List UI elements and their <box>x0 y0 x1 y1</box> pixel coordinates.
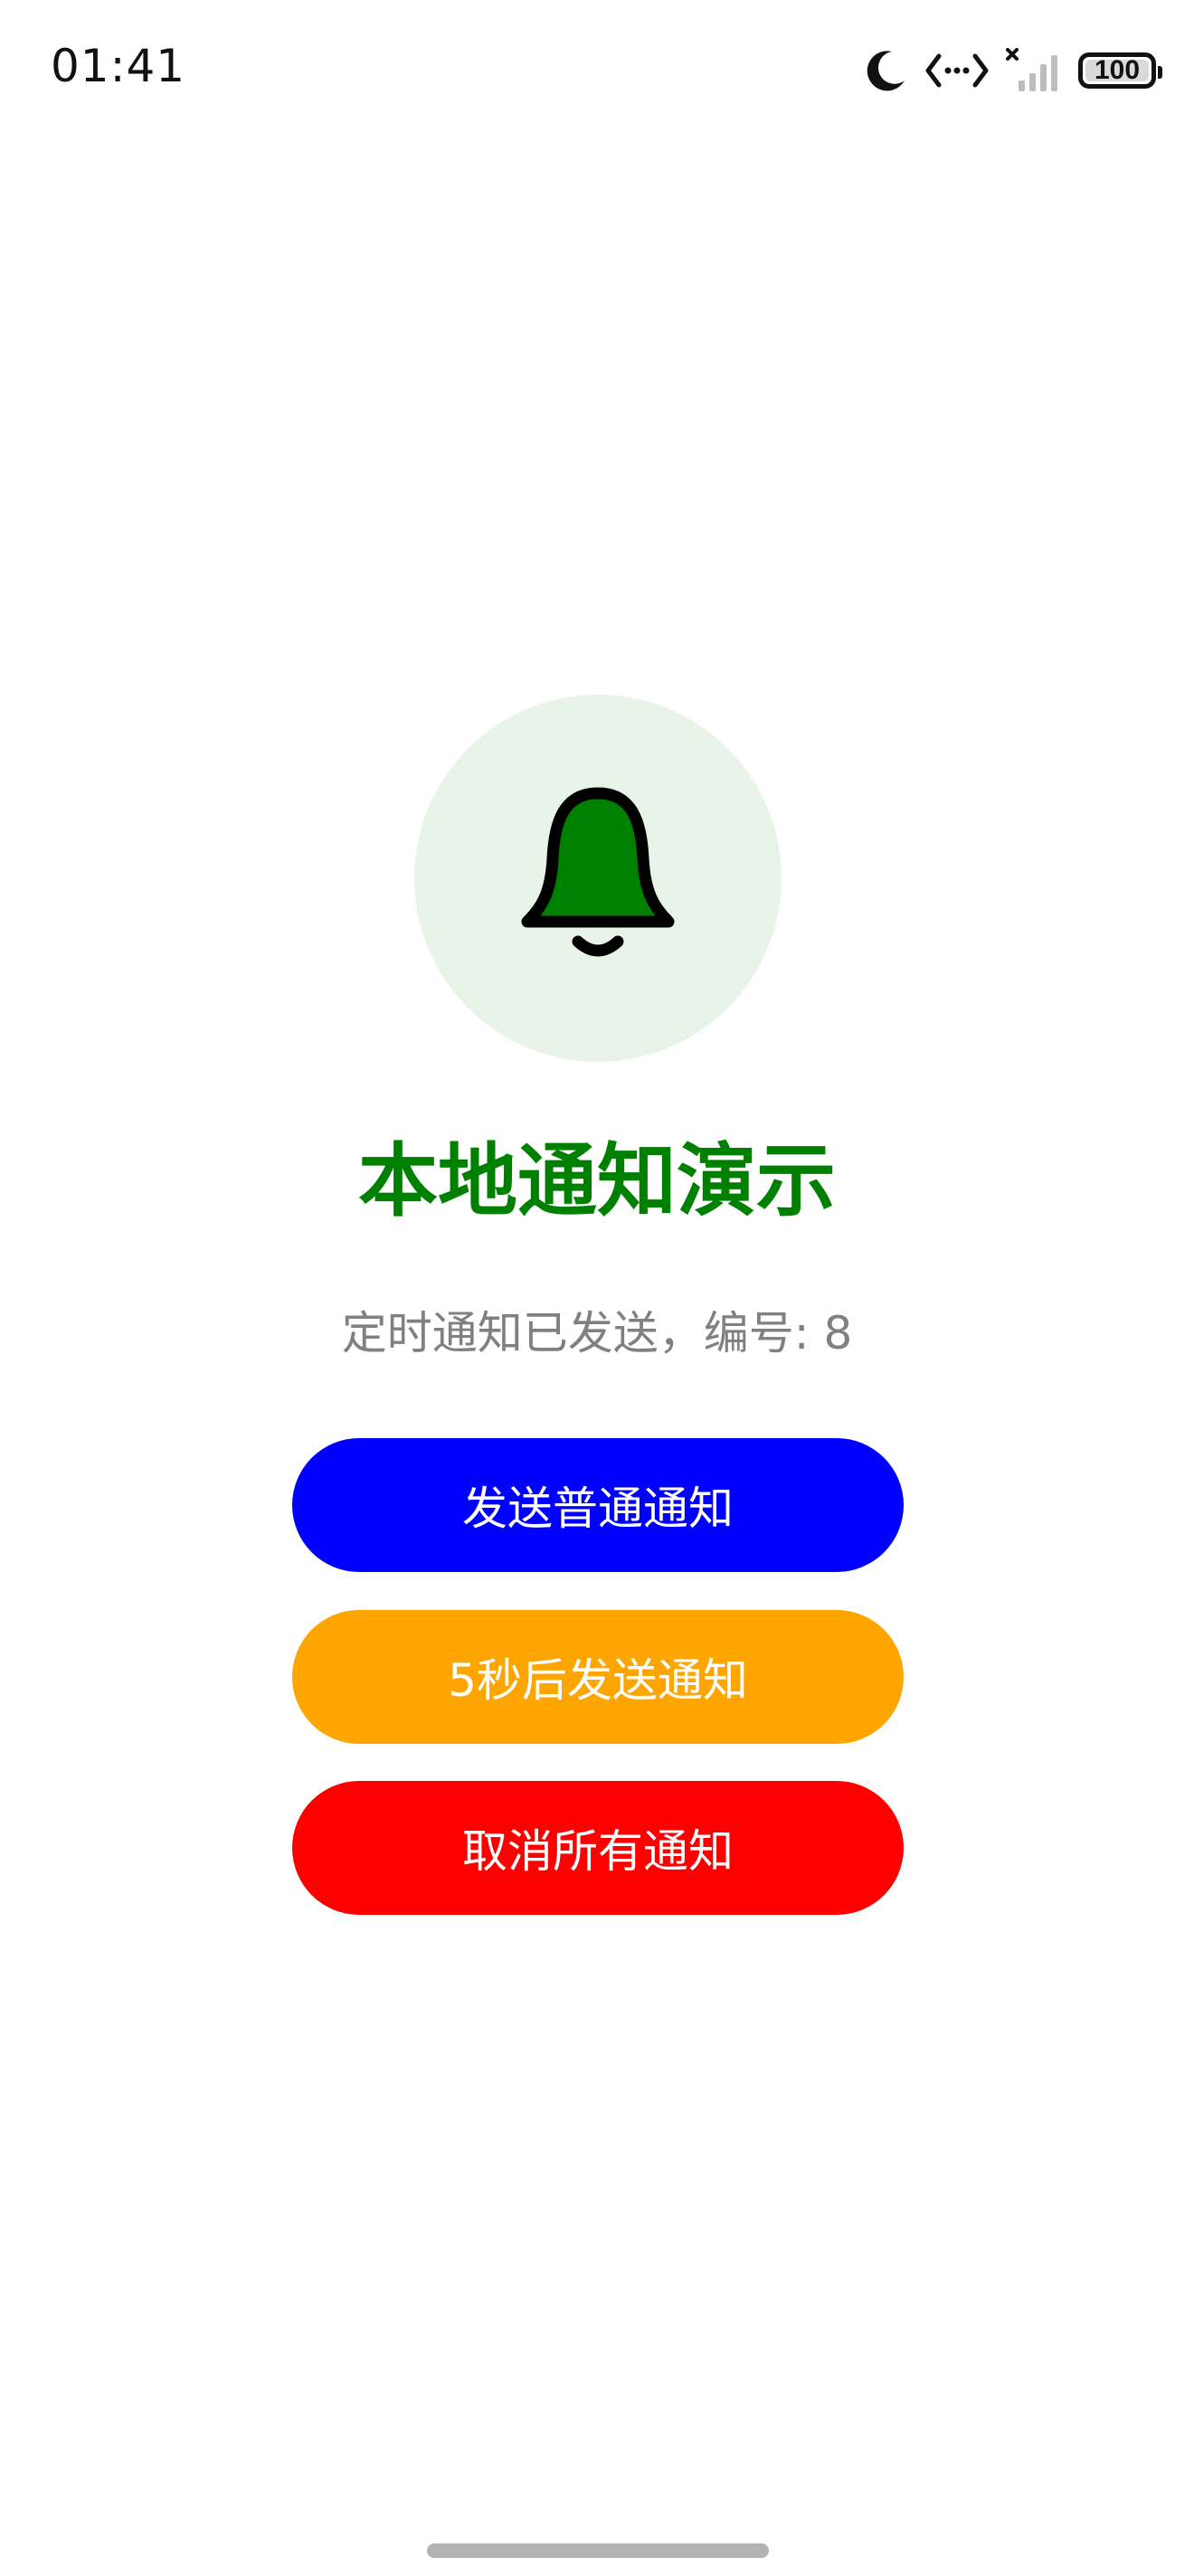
status-icons: 100 <box>865 45 1162 96</box>
bell-circle <box>414 695 782 1062</box>
battery-icon: 100 <box>1078 52 1162 89</box>
data-transfer-icon <box>924 51 990 90</box>
moon-icon <box>865 48 908 93</box>
status-bar: 01:41 100 <box>0 0 1194 136</box>
send-notification-button[interactable]: 发送普通通知 <box>292 1438 904 1572</box>
page-title: 本地通知演示 <box>357 1134 836 1227</box>
signal-icon <box>1006 48 1062 93</box>
scheduled-notification-button[interactable]: 5秒后发送通知 <box>292 1610 904 1744</box>
home-indicator[interactable] <box>427 2543 769 2558</box>
notification-status-text: 定时通知已发送，编号: 8 <box>341 1307 853 1359</box>
status-time: 01:41 <box>51 40 186 92</box>
cancel-all-notifications-button[interactable]: 取消所有通知 <box>292 1781 904 1915</box>
battery-level: 100 <box>1094 55 1141 85</box>
bell-icon <box>516 786 679 971</box>
